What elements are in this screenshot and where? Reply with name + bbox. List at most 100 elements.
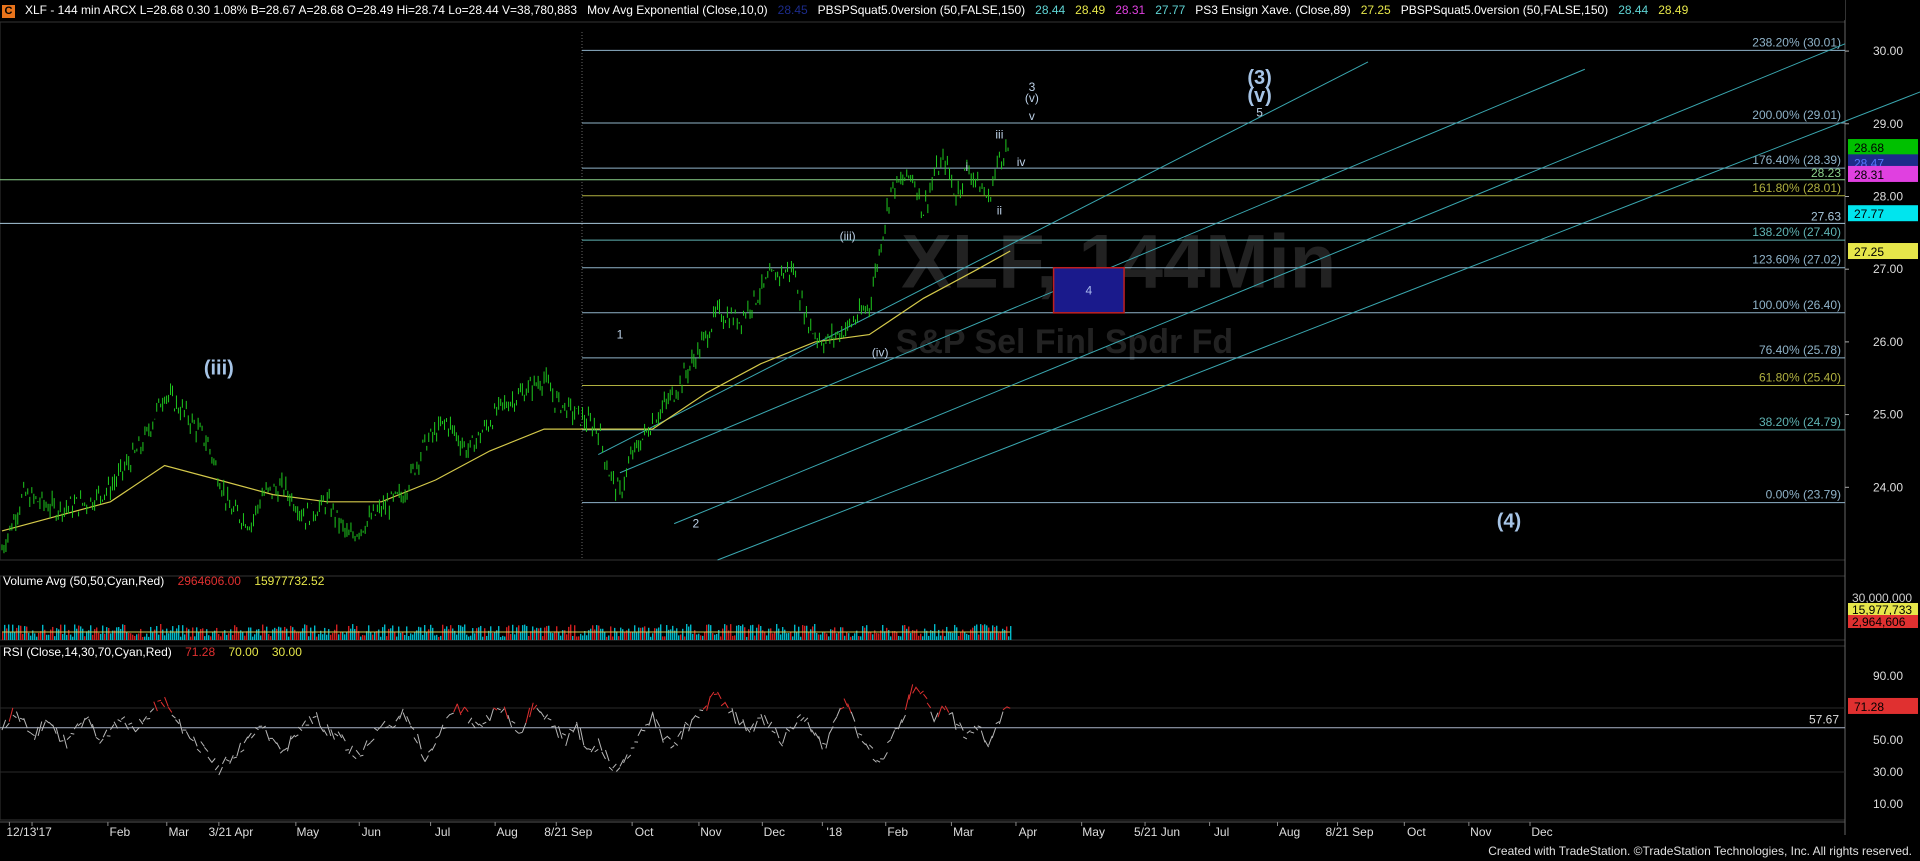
volume-bar <box>136 634 137 640</box>
volume-bar <box>500 637 501 640</box>
volume-bar <box>654 628 655 640</box>
volume-bar <box>858 636 859 640</box>
volume-bar <box>372 635 373 640</box>
x-tick-label-24: Dec <box>1531 825 1552 839</box>
wave-label-2: 2 <box>692 516 699 530</box>
volume-bar <box>176 628 177 640</box>
volume-bar <box>250 628 251 640</box>
volume-bar <box>536 628 537 640</box>
volume-bar <box>428 629 429 640</box>
tradestation-chart-window: XLF, 144MinS&P Sel Finl Spdr Fd238.20% (… <box>0 0 1920 858</box>
volume-bar <box>808 632 809 640</box>
volume-bar <box>684 636 685 640</box>
volume-bar <box>1000 633 1001 640</box>
volume-bar <box>448 629 449 640</box>
volume-bar <box>362 635 363 640</box>
header-item-2: 28.45 <box>778 3 808 17</box>
volume-bar <box>830 629 831 640</box>
volume-bar <box>314 626 315 640</box>
volume-bar <box>328 629 329 640</box>
volume-bar <box>462 627 463 640</box>
volume-bar <box>516 627 517 640</box>
volume-bar <box>116 627 117 640</box>
volume-bar <box>38 633 39 640</box>
volume-bar <box>450 625 451 640</box>
volume-bar <box>236 627 237 640</box>
header-items: XLF - 144 min ARCX L=28.68 0.30 1.08% B=… <box>25 3 1698 17</box>
volume-header: Volume Avg (50,50,Cyan,Red) 2964606.00 1… <box>3 574 334 588</box>
volume-bar <box>92 635 93 640</box>
volume-bar <box>546 626 547 640</box>
volume-bar <box>218 634 219 640</box>
volume-bar <box>558 632 559 640</box>
volume-bar <box>780 634 781 640</box>
volume-bar <box>606 637 607 640</box>
volume-bar <box>322 634 323 640</box>
volume-bar <box>898 636 899 640</box>
volume-bar <box>652 633 653 640</box>
volume-bar <box>104 634 105 640</box>
volume-bar <box>840 627 841 640</box>
volume-bar <box>852 636 853 640</box>
volume-bar <box>772 633 773 640</box>
volume-bar <box>618 636 619 640</box>
volume-bar <box>22 634 23 640</box>
volume-bar <box>884 631 885 640</box>
volume-bar <box>506 627 507 640</box>
volume-bar <box>826 634 827 640</box>
volume-bar <box>956 627 957 640</box>
fib-label-8: 61.80% (25.40) <box>1759 371 1841 385</box>
volume-bar <box>142 637 143 640</box>
volume-bar <box>632 632 633 640</box>
volume-bar <box>566 634 567 640</box>
volume-bar <box>204 636 205 640</box>
volume-bar <box>424 625 425 640</box>
volume-bar <box>738 625 739 640</box>
volume-bar <box>642 627 643 640</box>
volume-bar <box>910 633 911 640</box>
volume-bar <box>862 626 863 640</box>
volume-bar <box>292 627 293 640</box>
volume-bar <box>870 632 871 640</box>
symbol-badge[interactable]: C <box>2 5 15 18</box>
x-tick-label-13: '18 <box>827 825 843 839</box>
volume-bar <box>508 626 509 640</box>
volume-bar <box>960 632 961 640</box>
volume-bar <box>868 632 869 640</box>
x-tick-label-7: Jul <box>435 825 450 839</box>
volume-bar <box>138 633 139 640</box>
volume-bar <box>178 625 179 640</box>
x-tick-label-20: Aug <box>1279 825 1300 839</box>
volume-bar <box>426 632 427 640</box>
volume-bar <box>14 632 15 640</box>
volume-bar <box>110 633 111 640</box>
volume-bar <box>602 629 603 640</box>
volume-bar <box>822 632 823 640</box>
price-axis-tag-label-3: 27.77 <box>1854 207 1884 221</box>
wave-label-10: (v) <box>1025 91 1039 105</box>
volume-bar <box>592 625 593 640</box>
volume-bar <box>452 628 453 640</box>
volume-bar <box>52 627 53 640</box>
x-tick-label-8: Aug <box>496 825 517 839</box>
volume-bar <box>456 635 457 640</box>
chart-svg[interactable]: XLF, 144MinS&P Sel Finl Spdr Fd238.20% (… <box>0 0 1920 858</box>
volume-header-title: Volume Avg (50,50,Cyan,Red) <box>3 574 164 588</box>
volume-bar <box>988 628 989 640</box>
volume-bar <box>332 633 333 640</box>
price-tick-label-2: 28.00 <box>1873 189 1903 203</box>
volume-bar <box>126 632 127 640</box>
volume-bar <box>848 633 849 640</box>
volume-bar <box>334 630 335 640</box>
volume-bar <box>30 636 31 640</box>
volume-bar <box>866 625 867 640</box>
volume-bar <box>238 632 239 640</box>
volume-bar <box>260 635 261 640</box>
volume-bar <box>440 636 441 640</box>
volume-bar <box>812 626 813 640</box>
x-tick-label-12: Dec <box>764 825 785 839</box>
symbol-header: C XLF - 144 min ARCX L=28.68 0.30 1.08% B… <box>0 0 1845 20</box>
volume-bar <box>312 632 313 640</box>
x-tick-label-23: Nov <box>1470 825 1491 839</box>
volume-bar <box>890 636 891 640</box>
